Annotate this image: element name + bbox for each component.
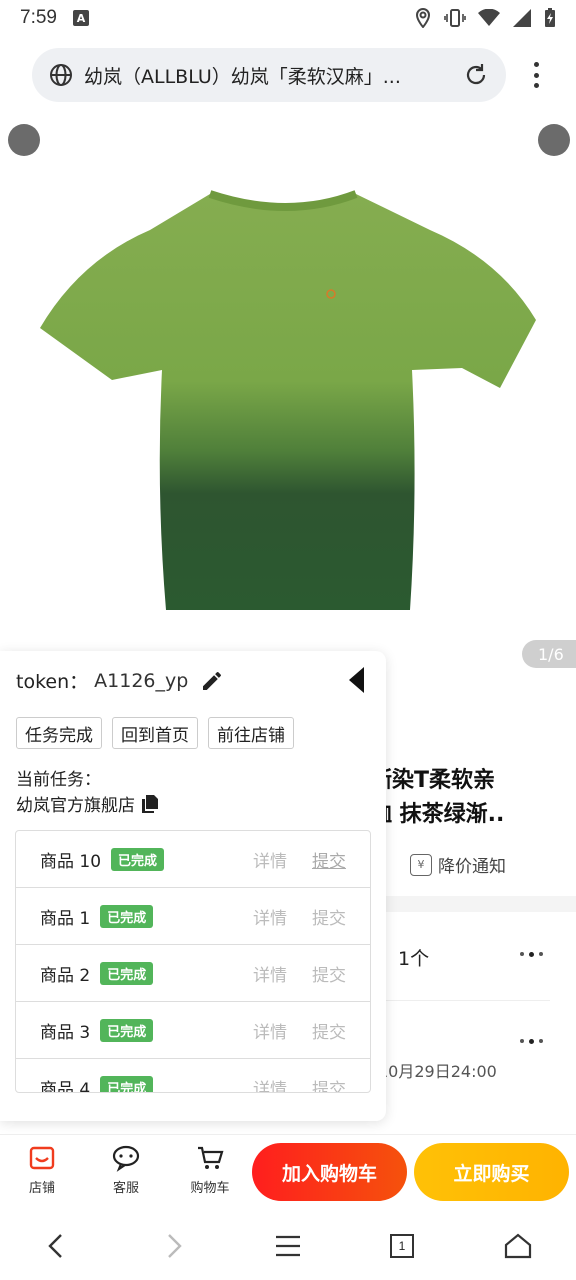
status-badge: 已完成 (100, 1075, 154, 1092)
status-badge: 已完成 (111, 847, 165, 871)
detail-link[interactable]: 详情 (253, 1075, 287, 1093)
chevron-right-icon (168, 1234, 182, 1258)
item-name: 商品 3 (40, 1022, 91, 1043)
store-button[interactable]: 店铺 (17, 1143, 67, 1196)
browser-menu-button[interactable] (524, 58, 548, 92)
menu-button[interactable] (272, 1230, 304, 1262)
list-item: 商品 1 已完成 详情 提交 (16, 888, 370, 945)
detail-link[interactable]: 详情 (253, 961, 287, 986)
notification-icon: A (72, 10, 89, 26)
tab-count: 1 (398, 1239, 406, 1253)
go-to-store-button[interactable]: 前往店铺 (208, 717, 294, 749)
item-name: 商品 2 (40, 965, 91, 986)
current-task-name: 幼岚官方旗舰店 (16, 791, 159, 816)
signal-icon (513, 9, 531, 27)
submit-link[interactable]: 提交 (312, 1018, 346, 1043)
chat-icon (112, 1145, 140, 1172)
row-divider (380, 1000, 550, 1001)
price-notify-label: 降价通知 (438, 857, 506, 877)
action-bar: 店铺 客服 购物车 加入购物车 立即购买 (0, 1134, 576, 1208)
chevron-left-icon (48, 1234, 62, 1258)
tabs-button[interactable]: 1 (386, 1230, 418, 1262)
list-item: 商品 3 已完成 详情 提交 (16, 1002, 370, 1059)
current-task-label: 当前任务： (16, 770, 101, 790)
hamburger-icon (276, 1235, 300, 1257)
submit-link[interactable]: 提交 (312, 847, 346, 872)
task-panel: token： A1126_yp 任务完成 回到首页 前往店铺 当前任务： 幼岚官… (0, 651, 386, 1121)
delivery-text: 10月29日24:00 (378, 1062, 497, 1081)
service-button[interactable]: 客服 (101, 1143, 151, 1196)
status-badge: 已完成 (100, 1018, 154, 1042)
address-bar[interactable]: 幼岚（ALLBLU）幼岚「柔软汉麻」... (32, 48, 506, 102)
product-image[interactable] (0, 110, 576, 670)
price-notify-button[interactable]: ¥ 降价通知 (410, 852, 506, 877)
status-icons (414, 8, 556, 28)
item-name: 商品 10 (40, 851, 102, 872)
detail-link[interactable]: 详情 (253, 1018, 287, 1043)
url-text[interactable]: 幼岚（ALLBLU）幼岚「柔软汉麻」... (84, 62, 454, 89)
browser-nav-bar: 1 (0, 1210, 576, 1280)
vibrate-icon (444, 9, 466, 27)
task-complete-button[interactable]: 任务完成 (16, 717, 102, 749)
status-badge: 已完成 (100, 961, 154, 985)
status-badge: 已完成 (100, 904, 154, 928)
battery-icon (545, 8, 555, 27)
cart-label: 购物车 (190, 1181, 230, 1196)
panel-buttons: 任务完成 回到首页 前往店铺 (16, 717, 294, 749)
wifi-icon (478, 9, 500, 26)
globe-icon (50, 64, 72, 86)
product-title-line2: 恤 抹茶绿渐.. (370, 802, 505, 827)
store-label: 店铺 (28, 1181, 55, 1196)
collapse-triangle-icon[interactable] (346, 665, 366, 695)
more-options-icon[interactable] (520, 1037, 548, 1045)
home-button[interactable] (502, 1230, 534, 1262)
reload-icon[interactable] (462, 61, 490, 89)
submit-link[interactable]: 提交 (312, 1075, 346, 1093)
list-item: 商品 4 已完成 详情 提交 (16, 1059, 370, 1093)
detail-link[interactable]: 详情 (253, 904, 287, 929)
task-store-name: 幼岚官方旗舰店 (16, 796, 135, 816)
quantity-text[interactable]: 1个 (398, 944, 429, 971)
back-button[interactable] (40, 1230, 72, 1262)
yen-bell-icon: ¥ (410, 853, 432, 876)
back-home-button[interactable]: 回到首页 (112, 717, 198, 749)
more-image-button[interactable] (538, 124, 570, 156)
more-options-icon[interactable] (520, 950, 548, 958)
cart-button[interactable]: 购物车 (185, 1143, 235, 1196)
submit-link[interactable]: 提交 (312, 961, 346, 986)
pencil-icon[interactable] (200, 669, 224, 693)
section-separator (380, 896, 576, 912)
detail-link[interactable]: 详情 (253, 847, 287, 872)
cart-icon (198, 1146, 224, 1169)
status-bar: 7:59 A (0, 0, 576, 36)
list-item: 商品 10 已完成 详情 提交 (16, 831, 370, 888)
list-item: 商品 2 已完成 详情 提交 (16, 945, 370, 1002)
forward-button[interactable] (158, 1230, 190, 1262)
home-icon (504, 1233, 532, 1259)
product-title-line1: 渐染T柔软亲 (370, 768, 496, 793)
submit-link[interactable]: 提交 (312, 904, 346, 929)
product-title[interactable]: 渐染T柔软亲 恤 抹茶绿渐.. (370, 764, 576, 832)
tab-count-box: 1 (390, 1234, 414, 1258)
token-row: token： A1126_yp (16, 667, 224, 694)
add-to-cart-button[interactable]: 加入购物车 (252, 1143, 407, 1201)
back-image-button[interactable] (8, 124, 40, 156)
image-counter: 1/6 (522, 640, 576, 668)
location-icon (415, 8, 431, 28)
token-label: token： (16, 671, 89, 693)
copy-icon[interactable] (141, 794, 159, 814)
token-value: A1126_yp (94, 669, 189, 692)
task-item-list[interactable]: 商品 10 已完成 详情 提交 商品 1 已完成 详情 提交 商品 2 已完成 … (15, 830, 371, 1093)
status-time: 7:59 (20, 7, 57, 28)
store-icon (29, 1146, 55, 1170)
item-name: 商品 4 (40, 1079, 91, 1093)
buy-now-button[interactable]: 立即购买 (414, 1143, 569, 1201)
service-label: 客服 (112, 1181, 139, 1196)
item-name: 商品 1 (40, 908, 91, 929)
